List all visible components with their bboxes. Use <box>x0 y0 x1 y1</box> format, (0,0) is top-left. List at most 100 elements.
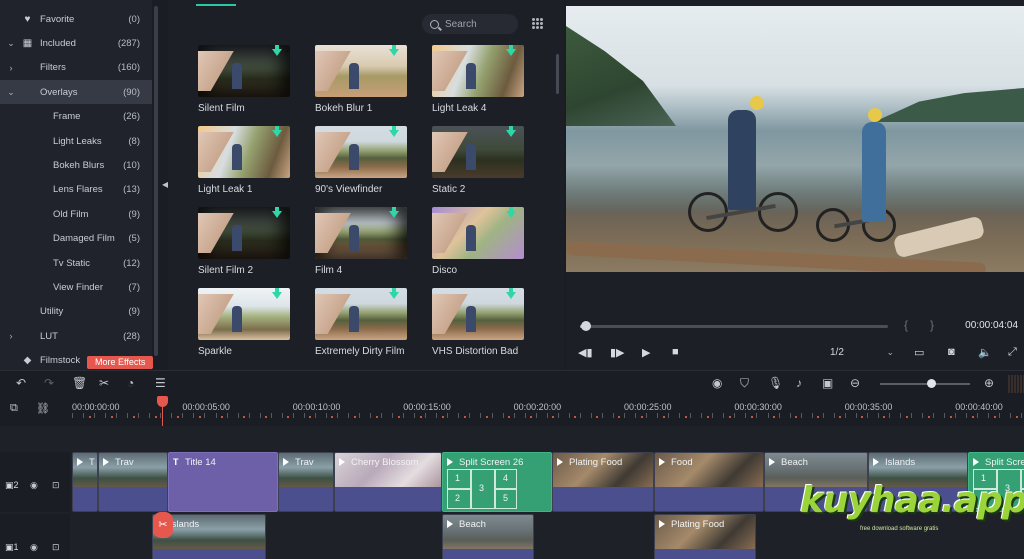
chevron-down-icon[interactable]: ⌄ <box>6 87 16 98</box>
video-clip-icon <box>873 458 879 466</box>
marker-icon[interactable]: ⛉ <box>740 376 749 391</box>
video-preview[interactable] <box>566 6 1024 272</box>
effect-tile[interactable]: Sparkle <box>198 288 290 357</box>
render-preview-icon[interactable]: ▭ <box>914 346 924 359</box>
chevron-right-icon[interactable]: › <box>6 63 16 73</box>
video-clip[interactable]: T <box>72 452 98 512</box>
lock-icon[interactable]: ⊡ <box>52 542 60 553</box>
download-icon[interactable] <box>389 207 399 218</box>
video-clip[interactable]: Plating Food <box>552 452 654 512</box>
download-icon[interactable] <box>389 126 399 137</box>
download-icon[interactable] <box>506 45 516 56</box>
lock-icon[interactable]: ⊡ <box>52 480 60 491</box>
sidebar-item-bokeh-blurs[interactable]: Bokeh Blurs (10) <box>0 153 152 177</box>
timeline-zoom-slider[interactable] <box>880 383 970 385</box>
zoom-out-icon[interactable]: ⊖ <box>850 376 860 390</box>
chevron-right-icon[interactable]: › <box>6 331 16 341</box>
ruler-beat-dot <box>441 416 444 418</box>
split-scissor-icon[interactable]: ✂ <box>153 512 173 538</box>
volume-icon[interactable]: 🔈 <box>978 346 992 359</box>
effect-tile[interactable]: Disco <box>432 207 524 276</box>
download-icon[interactable] <box>389 288 399 299</box>
cut-scissors-icon[interactable]: ✂ <box>99 376 109 390</box>
play-step-icon[interactable]: ▮▶ <box>610 346 625 359</box>
ruler-tick <box>359 413 361 418</box>
audio-mixer-icon[interactable]: ♪ <box>796 376 802 390</box>
download-icon[interactable] <box>506 126 516 137</box>
video-clip[interactable]: Trav <box>278 452 334 512</box>
download-icon[interactable] <box>506 207 516 218</box>
speed-icon[interactable]: ◔ <box>127 376 134 390</box>
adjust-settings-icon[interactable]: ☰ <box>155 376 166 390</box>
split-screen-clip[interactable]: 1 2 3 4 5 Split Screen 26 <box>442 452 552 512</box>
effect-tile[interactable]: VHS Distortion Bad <box>432 288 524 357</box>
add-track-icon[interactable]: ⧉ <box>10 402 18 415</box>
ruler-tick <box>381 413 383 418</box>
timeline-ruler[interactable]: ⧉ ⛓ 00:00:00:00 00:00:05:00 00:00:10:00 00:… <box>0 396 1024 426</box>
download-icon[interactable] <box>272 45 282 56</box>
effect-tile[interactable]: Film 4 <box>315 207 407 276</box>
sidebar-item-lut[interactable]: › LUT (28) <box>0 324 152 348</box>
sidebar-item-filters[interactable]: › Filters (160) <box>0 56 152 80</box>
zoom-in-icon[interactable]: ⊕ <box>984 376 994 390</box>
video-clip[interactable]: Cherry Blossom <box>334 452 442 512</box>
chevron-down-icon[interactable]: ⌄ <box>6 38 16 49</box>
effect-tile[interactable]: 90's Viewfinder <box>315 126 407 195</box>
undo-icon[interactable]: ↶ <box>16 376 26 390</box>
visibility-eye-icon[interactable]: ◉ <box>30 480 38 491</box>
previous-frame-icon[interactable]: ◀▮ <box>578 346 593 359</box>
effect-tile[interactable]: Extremely Dirty Film <box>315 288 407 357</box>
grid-view-icon[interactable] <box>532 18 543 29</box>
sidebar-item-frame[interactable]: Frame (26) <box>0 105 152 129</box>
effects-search-input[interactable]: Search <box>422 14 518 34</box>
sidebar-item-tv-static[interactable]: Tv Static (12) <box>0 251 152 275</box>
playhead-handle[interactable] <box>157 396 168 407</box>
download-icon[interactable] <box>272 126 282 137</box>
sidebar-item-lens-flares[interactable]: Lens Flares (13) <box>0 178 152 202</box>
download-icon[interactable] <box>272 207 282 218</box>
snapshot-camera-icon[interactable]: ◙ <box>948 346 955 358</box>
effect-tile[interactable]: Light Leak 4 <box>432 45 524 114</box>
render-icon[interactable]: ◉ <box>712 376 722 390</box>
download-icon[interactable] <box>272 288 282 299</box>
clip-title: Cherry Blossom <box>351 457 419 468</box>
download-icon[interactable] <box>506 288 516 299</box>
mark-in-icon[interactable]: { <box>904 318 908 332</box>
effect-tile[interactable]: Light Leak 1 <box>198 126 290 195</box>
fullscreen-icon[interactable]: ⤢ <box>1008 346 1017 359</box>
video-clip[interactable]: Beach <box>442 514 534 559</box>
subtitle-icon[interactable]: ▣ <box>822 376 833 390</box>
sidebar-item-light-leaks[interactable]: Light Leaks (8) <box>0 129 152 153</box>
sidebar-item-old-film[interactable]: Old Film (9) <box>0 202 152 226</box>
effects-scrollbar[interactable] <box>556 54 559 94</box>
play-icon[interactable]: ▶ <box>642 346 650 359</box>
sidebar-item-included[interactable]: ⌄ ▦ Included (287) <box>0 31 152 55</box>
voiceover-mic-icon[interactable]: 🎙 <box>768 376 783 390</box>
title-clip[interactable]: T Title 14 <box>168 452 278 512</box>
video-clip[interactable]: Trav <box>98 452 168 512</box>
mark-out-icon[interactable]: } <box>930 318 934 332</box>
sidebar-item-utility[interactable]: Utility (9) <box>0 300 152 324</box>
video-clip[interactable]: Plating Food <box>654 514 756 559</box>
stop-icon[interactable]: ■ <box>672 346 679 358</box>
sidebar-item-favorite[interactable]: ♥ Favorite (0) <box>0 7 152 31</box>
effect-tile[interactable]: Static 2 <box>432 126 524 195</box>
delete-icon[interactable]: 🗑 <box>72 376 87 390</box>
playback-scrubber-handle[interactable] <box>581 321 592 331</box>
sidebar-item-damaged-film[interactable]: Damaged Film (5) <box>0 227 152 251</box>
more-effects-button[interactable]: More Effects <box>87 356 154 369</box>
preview-quality-select[interactable]: 1/2 ⌄ <box>830 347 896 361</box>
video-clip[interactable]: Food <box>654 452 764 512</box>
sidebar-item-view-finder[interactable]: View Finder (7) <box>0 275 152 299</box>
sidebar-scrollbar[interactable] <box>154 6 158 356</box>
zoom-slider-handle[interactable] <box>927 379 937 388</box>
visibility-eye-icon[interactable]: ◉ <box>30 542 38 553</box>
redo-icon[interactable]: ↷ <box>44 376 54 390</box>
effect-tile[interactable]: Bokeh Blur 1 <box>315 45 407 114</box>
effect-tile[interactable]: Silent Film 2 <box>198 207 290 276</box>
sidebar-item-overlays[interactable]: ⌄ Overlays (90) <box>0 80 152 105</box>
link-icon[interactable]: ⛓ <box>36 402 50 415</box>
download-icon[interactable] <box>389 45 399 56</box>
playback-progress-bar[interactable] <box>580 325 888 328</box>
effect-tile[interactable]: Silent Film <box>198 45 290 114</box>
